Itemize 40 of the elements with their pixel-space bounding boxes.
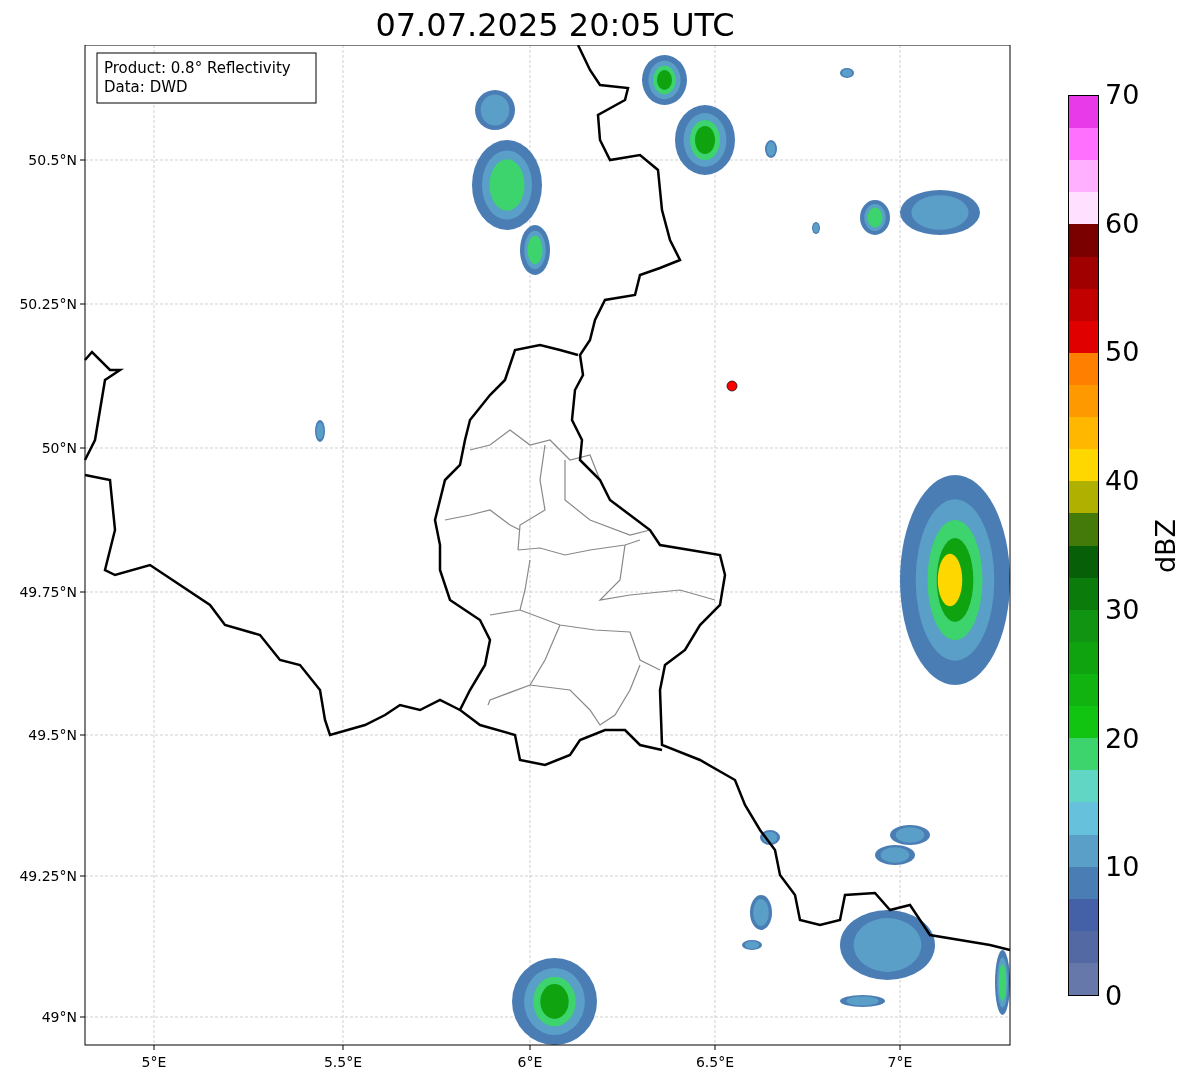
y-tick-label: 50.5°N — [28, 152, 77, 168]
info-text: Data: DWD — [104, 78, 188, 96]
radar-echo-drawing — [475, 90, 515, 130]
y-tick-label: 50°N — [41, 440, 77, 456]
radar-echo-drawing — [840, 68, 854, 78]
x-tick-label: 6.5°E — [695, 1054, 735, 1070]
y-tick-label: 49°N — [41, 1009, 77, 1025]
radar-echo-drawing — [860, 200, 890, 235]
colorbar-tick-label: 30 — [1105, 594, 1140, 625]
radar-site-dot — [726, 380, 738, 392]
colorbar-tick-label: 70 — [1105, 80, 1140, 110]
radar-echo-drawing — [742, 940, 762, 950]
y-tick-label: 49.5°N — [28, 727, 77, 743]
radar-echo-drawing — [875, 845, 915, 865]
radar-echo-drawing — [995, 950, 1010, 1015]
chart-title: 07.07.2025 20:05 UTC — [375, 5, 735, 45]
info-text: Product: 0.8° Reflectivity — [104, 59, 291, 77]
y-tick-label: 49.75°N — [19, 584, 77, 600]
radar-echo-drawing — [890, 825, 930, 845]
colorbar-tick-label: 60 — [1105, 208, 1140, 239]
radar-echo-drawing — [315, 420, 325, 442]
y-tick-label: 49.25°N — [19, 868, 77, 884]
radar-echo-drawing — [812, 222, 820, 234]
radar-echo-drawing — [765, 140, 777, 158]
radar-echo-drawing — [750, 895, 772, 930]
colorbar-tick-label: 50 — [1105, 337, 1140, 368]
colorbar-tick-label: 10 — [1105, 852, 1140, 883]
x-tick-label: 5°E — [141, 1054, 167, 1070]
x-tick-label: 7°E — [887, 1054, 913, 1070]
radar-echo-drawing — [642, 55, 687, 105]
y-tick-label: 50.25°N — [19, 296, 77, 312]
colorbar-tick-label: 0 — [1105, 981, 1123, 1011]
x-tick-label: 6°E — [517, 1054, 543, 1070]
colorbar-tick-label: 20 — [1105, 723, 1140, 754]
colorbar-label: dBZ — [1150, 518, 1181, 573]
radar-echo-drawing — [840, 995, 885, 1007]
radar-echo-drawing — [675, 105, 735, 175]
x-tick-label: 5.5°E — [323, 1054, 363, 1070]
colorbar-tick-label: 40 — [1105, 466, 1140, 497]
radar-echo-drawing — [760, 830, 780, 845]
